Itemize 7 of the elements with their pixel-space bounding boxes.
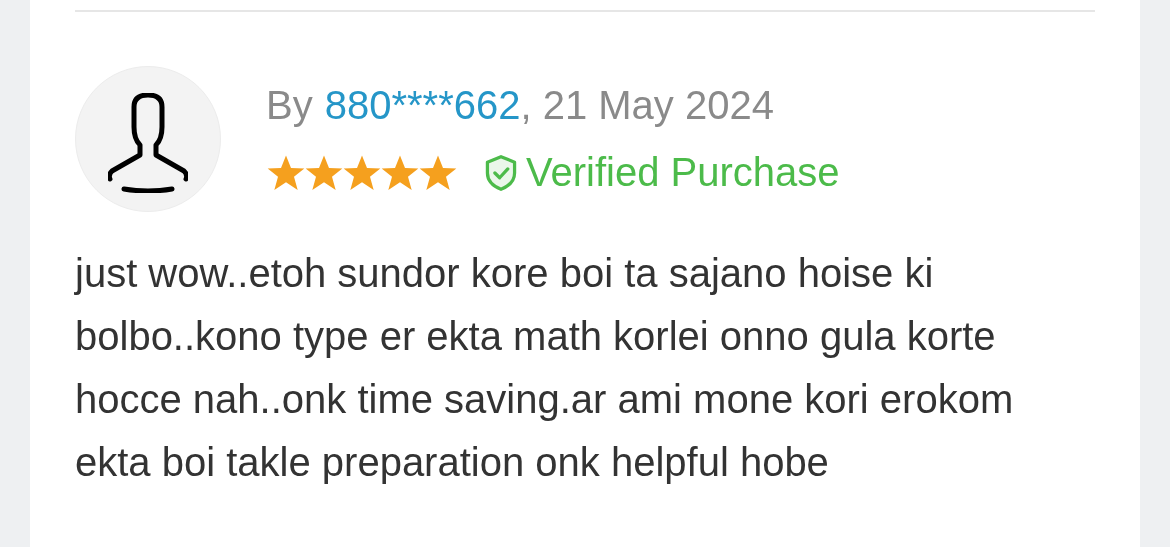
review-date: , 21 May 2024: [520, 83, 774, 127]
reviewer-link[interactable]: 880****662: [324, 83, 521, 127]
by-label: By: [266, 83, 313, 127]
person-silhouette-icon: [108, 93, 188, 193]
shield-check-icon: [484, 153, 518, 192]
verified-purchase-label: Verified Purchase: [526, 150, 840, 195]
review-text: just wow..etoh sundor kore boi ta sajano hoise ki bolbo..kono type er ekta math korlei onno gula korte hocce nah..onk time saving.ar ami mone kori erokom ekta boi takle preparation onk helpful hobe: [75, 250, 1015, 486]
